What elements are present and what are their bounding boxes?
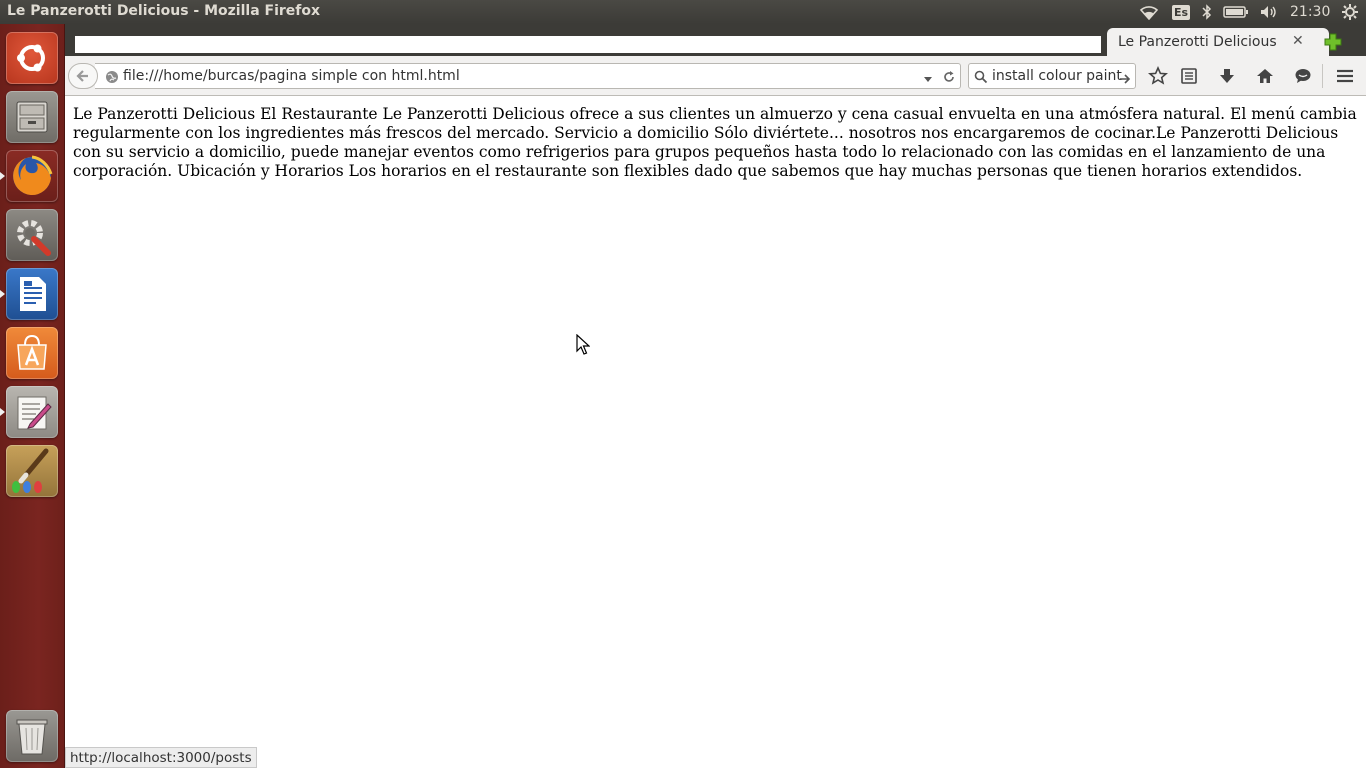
tab-bar: Le Panzerotti Delicious ✕ — [65, 24, 1366, 56]
bluetooth-icon[interactable] — [1199, 0, 1215, 24]
search-icon — [974, 69, 988, 88]
launcher — [0, 24, 65, 768]
bookmark-star-icon[interactable] — [1148, 66, 1168, 86]
url-dropdown-icon[interactable] — [923, 70, 933, 89]
volume-icon[interactable] — [1258, 0, 1280, 24]
globe-icon[interactable] — [105, 69, 119, 88]
ubuntu-dash-icon[interactable] — [6, 32, 58, 84]
libreoffice-writer-icon[interactable] — [6, 268, 58, 320]
url-text: file:///home/burcas/pagina simple con ht… — [123, 68, 460, 84]
tab-close-icon[interactable]: ✕ — [1292, 33, 1304, 49]
text-editor-running-indicator — [0, 408, 5, 416]
new-tab-button[interactable] — [1323, 32, 1343, 52]
search-bar[interactable]: install colour paint — [968, 63, 1136, 89]
firefox-running-indicator — [0, 172, 5, 180]
window-title: Le Panzerotti Delicious - Mozilla Firefo… — [7, 3, 321, 19]
url-bar[interactable]: file:///home/burcas/pagina simple con ht… — [95, 63, 961, 89]
system-settings-icon[interactable] — [6, 209, 58, 261]
tab-active[interactable]: Le Panzerotti Delicious ✕ — [1107, 28, 1329, 56]
keyboard-layout-label: Es — [1171, 4, 1191, 20]
inactive-tabs-strip[interactable] — [75, 36, 1101, 53]
home-icon[interactable] — [1255, 66, 1275, 86]
search-input-value: install colour paint — [992, 68, 1122, 84]
session-gear-icon[interactable] — [1339, 0, 1361, 24]
back-button[interactable] — [68, 63, 98, 89]
clock[interactable]: 21:30 — [1290, 0, 1330, 24]
back-arrow-icon — [75, 68, 91, 88]
text-editor-icon[interactable] — [6, 386, 58, 438]
software-center-icon[interactable] — [6, 327, 58, 379]
trash-icon[interactable] — [6, 710, 58, 762]
status-link-preview: http://localhost:3000/posts — [65, 747, 257, 768]
paint-icon[interactable] — [6, 445, 58, 497]
keyboard-layout-indicator[interactable]: Es — [1171, 0, 1191, 24]
page-body-text: Le Panzerotti Delicious El Restaurante L… — [73, 105, 1357, 180]
hamburger-menu-icon[interactable] — [1335, 66, 1355, 86]
tab-title: Le Panzerotti Delicious — [1118, 34, 1277, 50]
search-go-arrow-icon[interactable] — [1119, 70, 1131, 89]
reload-icon[interactable] — [942, 69, 956, 88]
battery-icon[interactable] — [1222, 0, 1250, 24]
downloads-icon[interactable] — [1217, 66, 1237, 86]
clock-label: 21:30 — [1290, 4, 1331, 20]
bookmarks-menu-icon[interactable] — [1179, 66, 1199, 86]
page-content: Le Panzerotti Delicious El Restaurante L… — [65, 97, 1366, 768]
wifi-icon[interactable] — [1138, 0, 1160, 24]
mouse-cursor-icon — [576, 333, 591, 356]
navigation-toolbar: file:///home/burcas/pagina simple con ht… — [65, 56, 1366, 96]
writer-running-indicator — [0, 290, 5, 298]
top-panel: Le Panzerotti Delicious - Mozilla Firefo… — [0, 0, 1366, 24]
toolbar-separator — [1322, 64, 1323, 88]
firefox-icon[interactable] — [6, 150, 58, 202]
chat-icon[interactable] — [1293, 66, 1313, 86]
files-icon[interactable] — [6, 91, 58, 143]
